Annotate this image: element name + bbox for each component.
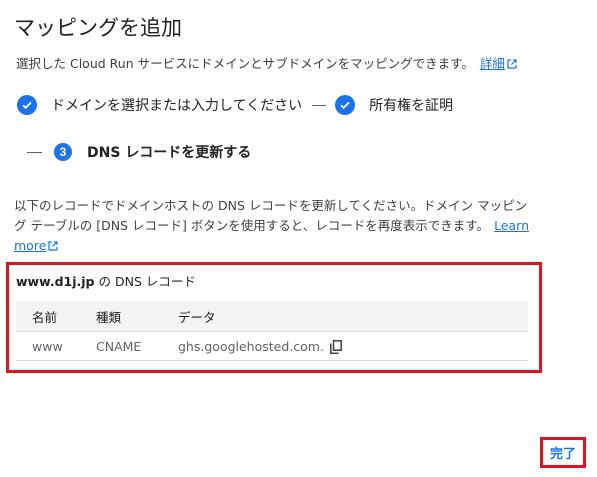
step1-label: ドメインを選択または入力してください xyxy=(51,98,303,114)
instructions: 以下のレコードでドメインホストの DNS レコードを更新してください。ドメイン … xyxy=(14,196,534,256)
external-link-icon xyxy=(48,241,58,251)
dialog-title: マッピングを追加 xyxy=(14,16,182,40)
external-link-icon xyxy=(507,59,517,69)
copy-icon[interactable] xyxy=(329,339,342,354)
header-type: 種類 xyxy=(96,301,178,332)
step-connector xyxy=(312,104,327,106)
details-link[interactable]: 詳細 xyxy=(480,56,517,71)
step-connector xyxy=(27,151,42,153)
dialog-subtitle: 選択した Cloud Run サービスにドメインとサブドメインをマッピングできま… xyxy=(16,53,517,72)
step3-number-badge: 3 xyxy=(54,143,72,161)
step2-check-icon xyxy=(335,95,356,115)
record-data-cell: ghs.googlehosted.com. xyxy=(178,331,528,361)
record-name-cell: www xyxy=(16,331,96,361)
header-name: 名前 xyxy=(16,301,96,332)
record-domain: www.d1j.jp xyxy=(16,274,95,289)
step1-check-icon xyxy=(17,95,37,115)
table-header-row: 名前 種類 データ xyxy=(16,301,528,332)
dns-record-title: www.d1j.jp の DNS レコード xyxy=(16,271,196,290)
header-data: データ xyxy=(178,301,528,332)
stepper-row-2: 3 DNS レコードを更新する xyxy=(22,142,251,162)
done-button[interactable]: 完了 xyxy=(540,437,586,468)
details-link-label: 詳細 xyxy=(479,56,505,71)
instructions-text: 以下のレコードでドメインホストの DNS レコードを更新してください。ドメイン … xyxy=(14,198,528,233)
dns-record-panel: www.d1j.jp の DNS レコード 名前 種類 データ www CNAM… xyxy=(6,262,542,373)
record-title-suffix: の DNS レコード xyxy=(94,274,196,289)
stepper-row-1: ドメインを選択または入力してください 所有権を証明 xyxy=(17,95,453,115)
step2-label: 所有権を証明 xyxy=(369,98,454,114)
record-data-value: ghs.googlehosted.com. xyxy=(178,338,324,354)
record-type-cell: CNAME xyxy=(96,331,178,361)
table-row: www CNAME ghs.googlehosted.com. xyxy=(16,331,528,361)
dns-record-table: 名前 種類 データ www CNAME ghs.googlehosted.com… xyxy=(16,301,528,361)
subtitle-text: 選択した Cloud Run サービスにドメインとサブドメインをマッピングできま… xyxy=(16,56,474,71)
step3-label: DNS レコードを更新する xyxy=(87,145,252,161)
